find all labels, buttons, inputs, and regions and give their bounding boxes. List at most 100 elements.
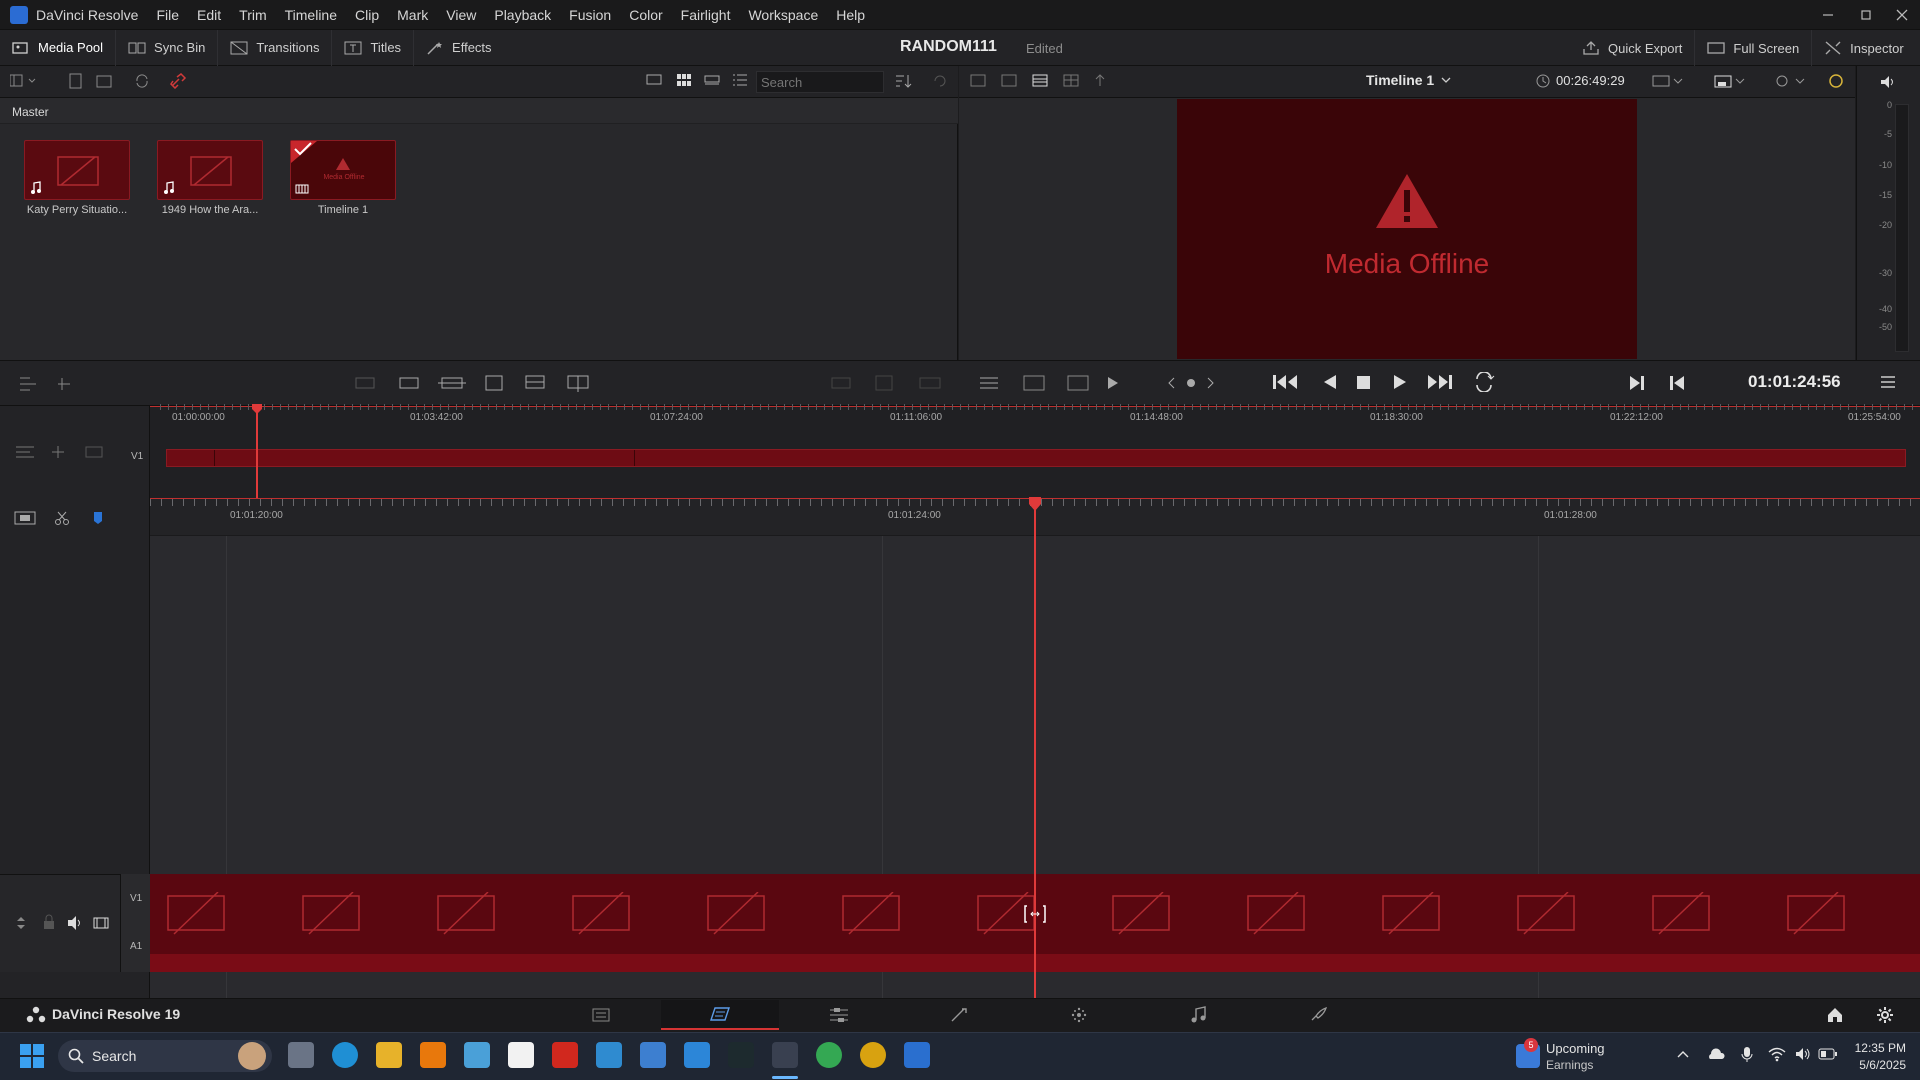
- viewer-mode-icons[interactable]: [970, 73, 1106, 89]
- volume-icon[interactable]: [1794, 1046, 1812, 1062]
- timeline-view-icon[interactable]: [14, 510, 36, 526]
- track-control-icons[interactable]: [16, 914, 112, 932]
- menu-timeline[interactable]: Timeline: [276, 0, 346, 30]
- calculator-icon[interactable]: [640, 1042, 666, 1068]
- timeline-playhead-handle[interactable]: [1028, 496, 1042, 512]
- menu-fusion[interactable]: Fusion: [560, 0, 620, 30]
- media-pool-search-input[interactable]: [756, 71, 884, 93]
- mini-playhead-handle[interactable]: [251, 403, 263, 415]
- battery-icon[interactable]: [1818, 1048, 1838, 1060]
- go-to-end-icon[interactable]: [1426, 372, 1454, 392]
- marker-icon[interactable]: [92, 510, 104, 526]
- menu-workspace[interactable]: Workspace: [739, 0, 827, 30]
- menu-clip[interactable]: Clip: [346, 0, 388, 30]
- razor-icon[interactable]: [54, 510, 70, 526]
- resolve-logo-icon: [26, 1006, 46, 1024]
- edge-browser-icon[interactable]: [332, 1042, 358, 1068]
- page-tab-cut[interactable]: [661, 1000, 779, 1030]
- file-explorer-icon[interactable]: [376, 1042, 402, 1068]
- settings-gear-icon[interactable]: [1876, 1006, 1894, 1024]
- effects-button[interactable]: Effects: [414, 30, 504, 66]
- tray-chevron-up-icon[interactable]: [1676, 1048, 1690, 1060]
- next-edit-icon[interactable]: [1628, 374, 1646, 392]
- titles-button[interactable]: Titles: [332, 29, 415, 66]
- go-to-start-icon[interactable]: [1272, 372, 1300, 392]
- stop-icon[interactable]: [1354, 372, 1374, 392]
- transitions-button[interactable]: Transitions: [218, 29, 333, 66]
- menu-color[interactable]: Color: [620, 0, 671, 30]
- menu-trim[interactable]: Trim: [230, 0, 275, 30]
- home-icon[interactable]: [1826, 1006, 1844, 1024]
- sync-bin-button[interactable]: Sync Bin: [116, 29, 219, 66]
- chrome-icon[interactable]: [816, 1042, 842, 1068]
- minimize-icon[interactable]: [1808, 0, 1848, 30]
- menu-view[interactable]: View: [437, 0, 485, 30]
- inkscape-icon[interactable]: [508, 1042, 534, 1068]
- jog-control[interactable]: [1166, 374, 1216, 392]
- strip-view-icon[interactable]: [704, 73, 720, 87]
- wifi-icon[interactable]: [1768, 1046, 1786, 1062]
- previous-edit-icon[interactable]: [1668, 374, 1686, 392]
- blender-icon[interactable]: [860, 1042, 886, 1068]
- speaker-icon[interactable]: [1879, 74, 1897, 90]
- page-tab-edit[interactable]: [780, 1000, 898, 1030]
- metadata-view-icon[interactable]: [646, 73, 662, 87]
- sort-icon[interactable]: [894, 73, 912, 89]
- smart-bin-icon[interactable]: [96, 73, 112, 89]
- word-icon[interactable]: [904, 1042, 930, 1068]
- windows-start-icon[interactable]: [20, 1044, 44, 1068]
- menu-mark[interactable]: Mark: [388, 0, 437, 30]
- photo-editor-icon[interactable]: [684, 1042, 710, 1068]
- new-bin-icon[interactable]: [68, 73, 84, 89]
- close-icon[interactable]: [1882, 0, 1920, 30]
- inspector-button[interactable]: Inspector: [1812, 30, 1915, 66]
- mini-playhead[interactable]: [256, 406, 258, 498]
- play-icon[interactable]: [1390, 372, 1410, 392]
- clip-thumbnail[interactable]: [24, 140, 130, 200]
- page-tab-deliver[interactable]: [1260, 1000, 1378, 1030]
- list-view-icon[interactable]: [732, 73, 748, 87]
- link-icon[interactable]: [170, 73, 188, 89]
- menu-file[interactable]: File: [147, 0, 188, 30]
- maximize-icon[interactable]: [1846, 0, 1886, 30]
- current-timecode[interactable]: 01:01:24:56: [1748, 372, 1841, 392]
- thumbnail-view-icon[interactable]: [676, 73, 692, 87]
- page-tab-color[interactable]: [1020, 1000, 1138, 1030]
- menu-fairlight[interactable]: Fairlight: [672, 0, 740, 30]
- page-tab-media[interactable]: [542, 1000, 660, 1030]
- clock-time[interactable]: 12:35 PM: [1848, 1041, 1906, 1055]
- edit-tool-icons[interactable]: [18, 374, 78, 394]
- widget-title[interactable]: Upcoming: [1546, 1041, 1605, 1056]
- play-reverse-icon[interactable]: [1320, 372, 1340, 392]
- page-tab-fairlight[interactable]: [1140, 1000, 1258, 1030]
- menu-playback[interactable]: Playback: [485, 0, 560, 30]
- davinci-taskbar-icon[interactable]: [772, 1042, 798, 1068]
- media-pool-button[interactable]: Media Pool: [0, 29, 117, 66]
- mini-timeline-clip[interactable]: [166, 449, 1906, 467]
- viewer-zoom-icons[interactable]: [1652, 73, 1848, 89]
- predator-app-icon[interactable]: [728, 1042, 754, 1068]
- loop-icon[interactable]: [1472, 372, 1496, 392]
- timeline-selector[interactable]: Timeline 1: [1366, 72, 1452, 88]
- edit-mode-icons[interactable]: [354, 372, 594, 394]
- track-option-icons[interactable]: [14, 442, 104, 462]
- full-screen-button[interactable]: Full Screen: [1695, 30, 1813, 66]
- microphone-icon[interactable]: [1740, 1046, 1754, 1064]
- page-tab-fusion[interactable]: [900, 1000, 1018, 1030]
- hamburger-menu-icon[interactable]: [1880, 375, 1896, 389]
- acrobat-icon[interactable]: [552, 1042, 578, 1068]
- viewer-option-icons[interactable]: [978, 373, 1138, 393]
- onedrive-cloud-icon[interactable]: [1706, 1046, 1726, 1062]
- menu-help[interactable]: Help: [827, 0, 874, 30]
- monitor-app-icon[interactable]: [596, 1042, 622, 1068]
- panel-layout-icon[interactable]: [10, 74, 40, 88]
- menu-edit[interactable]: Edit: [188, 0, 230, 30]
- vlc-icon[interactable]: [420, 1042, 446, 1068]
- task-view-icon[interactable]: [288, 1042, 314, 1068]
- sync-icon[interactable]: [134, 73, 150, 89]
- clip-thumbnail[interactable]: [157, 140, 263, 200]
- quick-export-button[interactable]: Quick Export: [1570, 30, 1696, 66]
- photos-app-icon[interactable]: [464, 1042, 490, 1068]
- timeline-thumbnail[interactable]: Media Offline: [290, 140, 396, 200]
- refresh-icon[interactable]: [932, 73, 948, 89]
